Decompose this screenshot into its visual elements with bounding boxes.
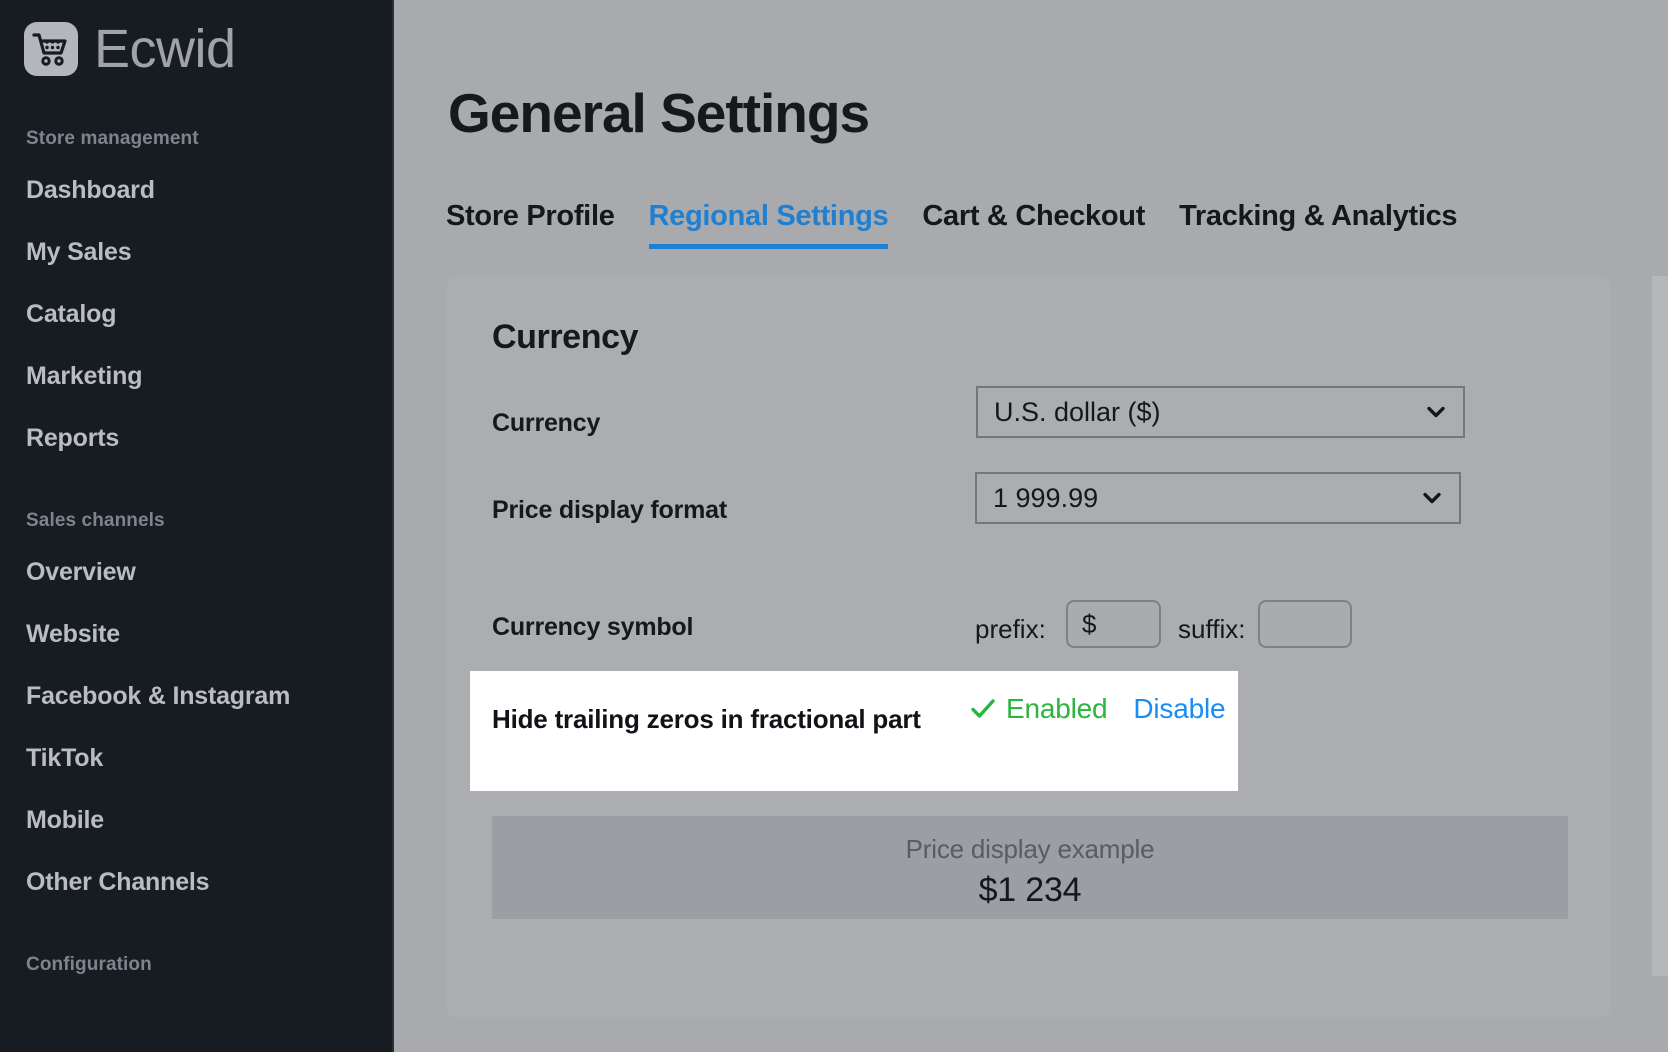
sidebar-item-other-channels[interactable]: Other Channels — [0, 868, 209, 897]
tab-store-profile[interactable]: Store Profile — [446, 200, 615, 249]
sidebar-group-label-sales-channels: Sales channels — [0, 510, 165, 532]
currency-select[interactable]: U.S. dollar ($) — [976, 386, 1465, 438]
sidebar-item-my-sales[interactable]: My Sales — [0, 238, 131, 267]
hide-trailing-zeros-label: Hide trailing zeros in fractional part — [492, 699, 922, 739]
sidebar-item-mobile[interactable]: Mobile — [0, 806, 104, 835]
sidebar-group-label-store-management: Store management — [0, 128, 199, 150]
sidebar-item-facebook-instagram[interactable]: Facebook & Instagram — [0, 682, 290, 711]
check-icon — [970, 696, 996, 722]
chevron-down-icon — [1425, 401, 1447, 423]
suffix-label: suffix: — [1178, 614, 1245, 645]
tab-regional-settings[interactable]: Regional Settings — [649, 200, 889, 249]
page-title: General Settings — [448, 81, 869, 145]
screen-root: Ecwid Store management Dashboard My Sale… — [0, 0, 1668, 1052]
status-badge-enabled: Enabled — [1006, 693, 1107, 725]
hide-trailing-zeros-actions: Enabled Disable — [970, 693, 1225, 725]
price-display-example-label: Price display example — [492, 834, 1568, 865]
prefix-label: prefix: — [975, 614, 1046, 645]
hide-trailing-zeros-row: Hide trailing zeros in fractional part E… — [470, 671, 1238, 791]
price-display-example-value: $1 234 — [492, 871, 1568, 910]
sidebar: Ecwid Store management Dashboard My Sale… — [0, 0, 394, 1052]
sidebar-item-overview[interactable]: Overview — [0, 558, 136, 587]
sidebar-item-tiktok[interactable]: TikTok — [0, 744, 103, 773]
sidebar-item-catalog[interactable]: Catalog — [0, 300, 116, 329]
currency-prefix-input[interactable]: $ — [1066, 600, 1161, 648]
brand-name: Ecwid — [94, 22, 236, 76]
price-display-example: Price display example $1 234 — [492, 816, 1568, 919]
shopping-cart-icon — [24, 22, 78, 76]
brand-logo[interactable]: Ecwid — [0, 0, 394, 76]
sidebar-group-label-configuration: Configuration — [0, 954, 152, 976]
currency-label: Currency — [492, 409, 600, 438]
currency-symbol-label: Currency symbol — [492, 613, 693, 642]
currency-suffix-input[interactable] — [1258, 600, 1352, 648]
disable-link[interactable]: Disable — [1133, 693, 1225, 725]
panel-right-edge — [1652, 276, 1668, 976]
currency-settings-card: Currency Currency U.S. dollar ($) Price … — [446, 276, 1611, 1018]
main-content: General Settings Store Profile Regional … — [394, 0, 1668, 1052]
tab-cart-checkout[interactable]: Cart & Checkout — [922, 200, 1145, 249]
sidebar-item-website[interactable]: Website — [0, 620, 120, 649]
sidebar-item-reports[interactable]: Reports — [0, 424, 119, 453]
price-display-format-label: Price display format — [492, 496, 727, 525]
sidebar-item-dashboard[interactable]: Dashboard — [0, 176, 155, 205]
settings-tabs: Store Profile Regional Settings Cart & C… — [446, 200, 1457, 249]
card-title-currency: Currency — [492, 318, 638, 357]
price-display-format-value: 1 999.99 — [993, 483, 1421, 514]
price-display-format-select[interactable]: 1 999.99 — [975, 472, 1461, 524]
currency-select-value: U.S. dollar ($) — [994, 397, 1425, 428]
sidebar-item-marketing[interactable]: Marketing — [0, 362, 142, 391]
tab-tracking-analytics[interactable]: Tracking & Analytics — [1179, 200, 1457, 249]
chevron-down-icon — [1421, 487, 1443, 509]
